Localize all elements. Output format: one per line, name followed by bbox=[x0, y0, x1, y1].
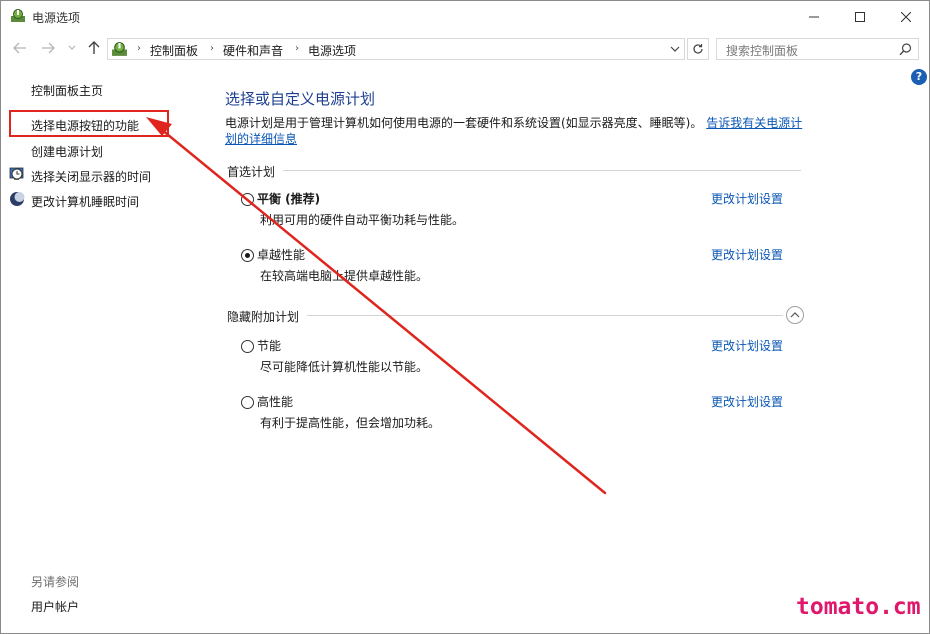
breadcrumb-power-options[interactable]: 电源选项 bbox=[308, 42, 356, 59]
moon-icon bbox=[10, 192, 25, 206]
highlight-box bbox=[9, 110, 169, 137]
display-clock-icon bbox=[9, 167, 24, 180]
chevron-right-icon: › bbox=[295, 43, 299, 54]
section-divider bbox=[227, 315, 783, 316]
plan-desc-ultimate-performance: 在较高端电脑上提供卓越性能。 bbox=[260, 269, 429, 283]
refresh-icon bbox=[693, 44, 703, 54]
up-button[interactable] bbox=[83, 37, 105, 59]
change-plan-settings-power-saver[interactable]: 更改计划设置 bbox=[711, 337, 783, 354]
preferred-plans-heading: 首选计划 bbox=[227, 163, 284, 180]
breadcrumb-hardware-sound[interactable]: 硬件和声音 bbox=[223, 42, 283, 59]
chevron-right-icon: › bbox=[137, 43, 141, 54]
sidebar-item-sleep-time[interactable]: 更改计算机睡眠时间 bbox=[31, 193, 139, 210]
sidebar-item-create-plan[interactable]: 创建电源计划 bbox=[31, 143, 103, 160]
recent-locations-button[interactable] bbox=[61, 37, 83, 59]
search-placeholder: 搜索控制面板 bbox=[726, 44, 799, 58]
close-button[interactable] bbox=[883, 1, 929, 32]
watermark: tomato.cm bbox=[796, 594, 921, 620]
description-text: 电源计划是用于管理计算机如何使用电源的一套硬件和系统设置(如显示器亮度、睡眠等)… bbox=[225, 116, 703, 130]
power-options-window: 电源选项 › 控制面板 › 硬件和声音 › 电源选项 搜索控制面板 ? 控制面板… bbox=[0, 0, 930, 634]
radio-high-performance[interactable] bbox=[241, 396, 254, 409]
radio-balanced[interactable] bbox=[241, 193, 254, 206]
plan-desc-power-saver: 尽可能降低计算机性能以节能。 bbox=[260, 360, 429, 374]
chevron-right-icon: › bbox=[210, 43, 214, 54]
power-options-app-icon bbox=[11, 9, 25, 22]
chevron-down-icon[interactable] bbox=[670, 43, 680, 55]
change-plan-settings-high-performance[interactable]: 更改计划设置 bbox=[711, 393, 783, 410]
chevron-down-icon bbox=[68, 45, 76, 50]
plan-desc-high-performance: 有利于提高性能，但会增加功耗。 bbox=[260, 416, 441, 430]
search-control-panel-input[interactable]: 搜索控制面板 bbox=[716, 38, 919, 60]
change-plan-settings-balanced[interactable]: 更改计划设置 bbox=[711, 190, 783, 207]
maximize-button[interactable] bbox=[837, 1, 883, 32]
plan-name-power-saver[interactable]: 节能 bbox=[257, 337, 281, 354]
forward-button[interactable] bbox=[37, 37, 59, 59]
navigation-bar: › 控制面板 › 硬件和声音 › 电源选项 搜索控制面板 bbox=[1, 34, 929, 62]
section-divider bbox=[227, 170, 801, 171]
arrow-up-icon bbox=[88, 41, 100, 54]
collapse-hidden-plans-button[interactable] bbox=[786, 306, 804, 324]
window-title: 电源选项 bbox=[32, 11, 81, 25]
arrow-right-icon bbox=[42, 42, 55, 54]
see-also-heading: 另请参阅 bbox=[31, 575, 80, 589]
close-icon bbox=[901, 11, 911, 22]
plan-name-balanced[interactable]: 平衡 (推荐) bbox=[257, 190, 320, 207]
minimize-icon bbox=[809, 16, 819, 17]
plan-name-ultimate-performance[interactable]: 卓越性能 bbox=[257, 246, 305, 263]
back-button[interactable] bbox=[9, 37, 31, 59]
control-panel-icon bbox=[112, 42, 127, 56]
maximize-icon bbox=[855, 11, 865, 22]
page-title: 选择或自定义电源计划 bbox=[225, 90, 376, 108]
radio-ultimate-performance[interactable] bbox=[241, 249, 254, 262]
page-description: 电源计划是用于管理计算机如何使用电源的一套硬件和系统设置(如显示器亮度、睡眠等)… bbox=[225, 115, 805, 147]
minimize-button[interactable] bbox=[791, 1, 837, 32]
radio-power-saver[interactable] bbox=[241, 340, 254, 353]
refresh-button[interactable] bbox=[687, 38, 709, 60]
arrow-left-icon bbox=[13, 42, 26, 54]
sidebar-control-panel-home[interactable]: 控制面板主页 bbox=[31, 82, 103, 99]
plan-desc-balanced: 利用可用的硬件自动平衡功耗与性能。 bbox=[260, 213, 465, 227]
title-bar: 电源选项 bbox=[1, 1, 929, 32]
breadcrumb-control-panel[interactable]: 控制面板 bbox=[150, 42, 198, 59]
see-also-user-accounts[interactable]: 用户帐户 bbox=[31, 598, 79, 615]
plan-name-high-performance[interactable]: 高性能 bbox=[257, 393, 293, 410]
sidebar-item-display-off-time[interactable]: 选择关闭显示器的时间 bbox=[31, 168, 151, 185]
search-icon bbox=[899, 43, 912, 56]
change-plan-settings-ultimate[interactable]: 更改计划设置 bbox=[711, 246, 783, 263]
help-icon[interactable]: ? bbox=[911, 69, 927, 85]
chevron-up-icon bbox=[790, 312, 800, 318]
hidden-plans-heading: 隐藏附加计划 bbox=[227, 308, 308, 325]
address-bar[interactable]: › 控制面板 › 硬件和声音 › 电源选项 bbox=[107, 38, 685, 60]
